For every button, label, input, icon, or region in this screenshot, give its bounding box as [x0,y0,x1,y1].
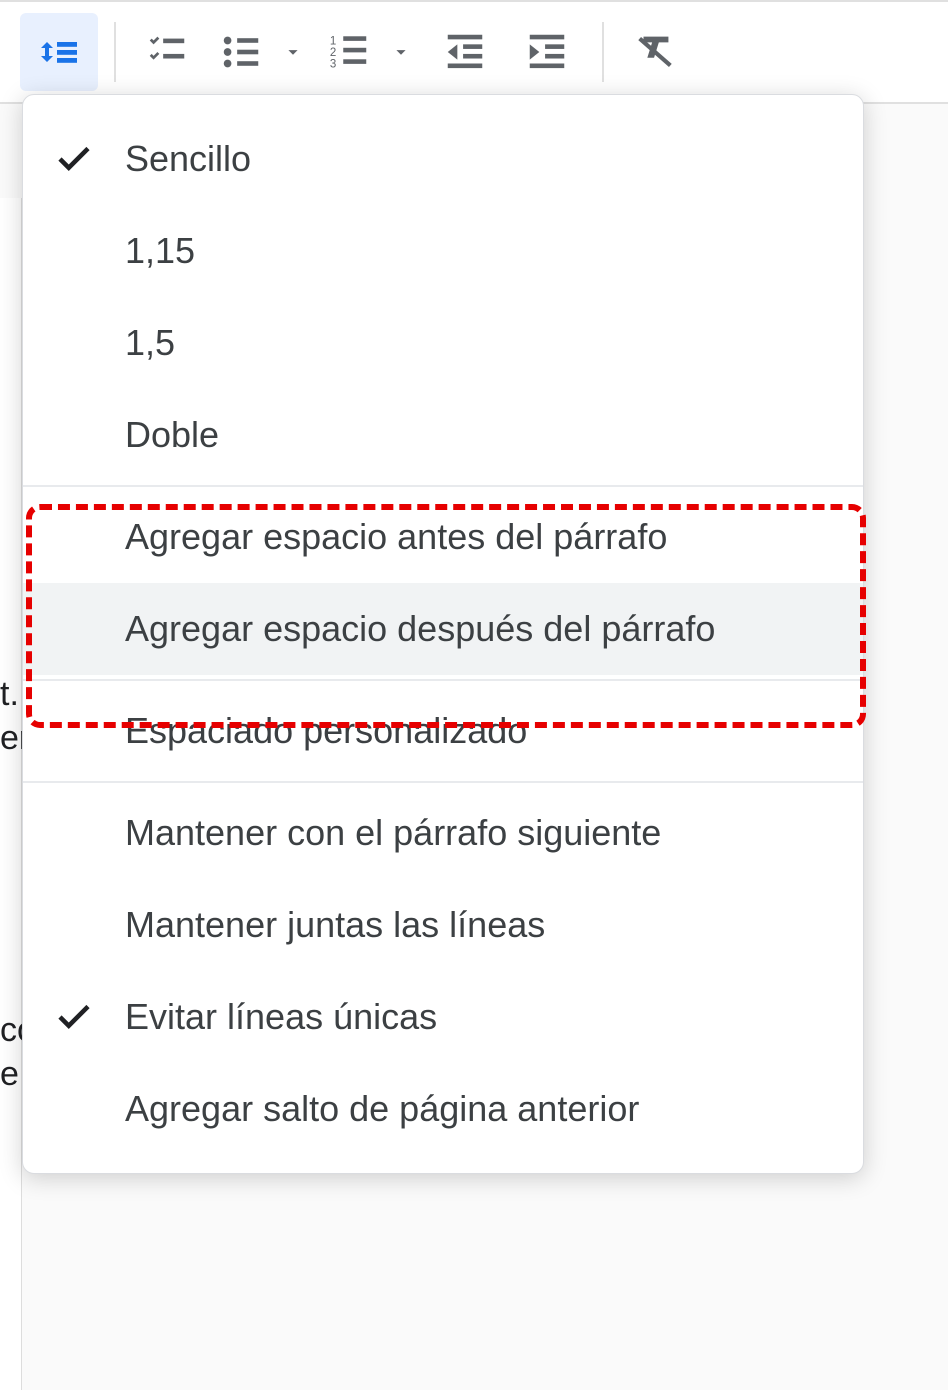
menu-item-custom-spacing[interactable]: Espaciado personalizado [23,685,863,777]
numbered-list-icon: 1 2 3 [326,29,372,75]
line-spacing-icon [35,28,83,76]
line-spacing-button[interactable] [20,13,98,91]
checklist-button[interactable] [128,13,206,91]
toolbar-separator [114,22,116,82]
menu-item-1-15[interactable]: 1,15 [23,205,863,297]
menu-item-add-space-after[interactable]: Agregar espacio después del párrafo [23,583,863,675]
svg-text:1: 1 [330,35,336,47]
doc-text-fragment: t. [0,672,19,716]
menu-item-single[interactable]: Sencillo [23,113,863,205]
increase-indent-icon [524,29,570,75]
menu-label: Espaciado personalizado [125,710,863,752]
menu-item-keep-with-next[interactable]: Mantener con el párrafo siguiente [23,787,863,879]
menu-separator [23,485,863,487]
checklist-icon [144,29,190,75]
chevron-down-icon[interactable] [390,41,412,63]
menu-separator [23,781,863,783]
menu-item-add-page-break-before[interactable]: Agregar salto de página anterior [23,1063,863,1155]
menu-separator [23,679,863,681]
toolbar-separator [602,22,604,82]
svg-text:2: 2 [330,47,336,59]
chevron-down-icon[interactable] [282,41,304,63]
menu-label: Agregar espacio antes del párrafo [125,516,863,558]
increase-indent-button[interactable] [508,13,586,91]
decrease-indent-button[interactable] [426,13,504,91]
document-edge [0,198,22,1390]
menu-item-prevent-single-lines[interactable]: Evitar líneas únicas [23,971,863,1063]
menu-label: Mantener con el párrafo siguiente [125,812,863,854]
bulleted-list-icon [218,29,264,75]
menu-item-keep-lines-together[interactable]: Mantener juntas las líneas [23,879,863,971]
menu-label: Evitar líneas únicas [125,996,863,1038]
check-icon [53,138,125,180]
menu-label: 1,15 [125,230,863,272]
clear-formatting-icon [632,29,678,75]
menu-label: 1,5 [125,322,863,364]
bulleted-list-button[interactable] [210,13,272,91]
doc-text-fragment: e [0,1052,19,1096]
line-spacing-menu: Sencillo 1,15 1,5 Doble Agregar espacio … [22,94,864,1174]
clear-formatting-button[interactable] [616,13,694,91]
menu-label: Sencillo [125,138,863,180]
decrease-indent-icon [442,29,488,75]
check-icon [53,996,125,1038]
menu-item-double[interactable]: Doble [23,389,863,481]
numbered-list-button[interactable]: 1 2 3 [318,13,380,91]
menu-label: Agregar espacio después del párrafo [125,608,863,650]
toolbar: 1 2 3 [0,0,948,104]
menu-label: Mantener juntas las líneas [125,904,863,946]
menu-item-add-space-before[interactable]: Agregar espacio antes del párrafo [23,491,863,583]
svg-text:3: 3 [330,58,336,70]
menu-item-1-5[interactable]: 1,5 [23,297,863,389]
menu-label: Doble [125,414,863,456]
menu-label: Agregar salto de página anterior [125,1088,863,1130]
